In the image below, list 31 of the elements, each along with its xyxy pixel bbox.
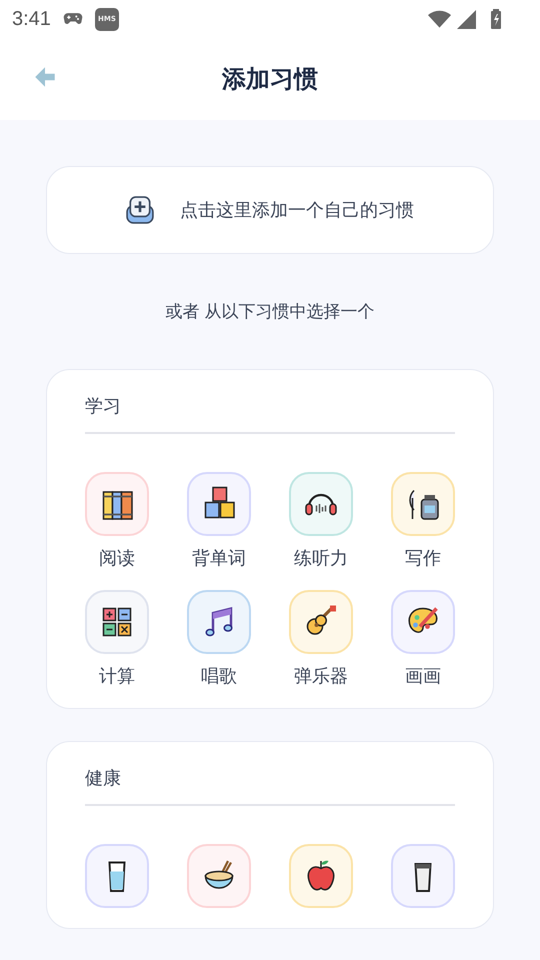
habit-tile[interactable] xyxy=(289,590,353,654)
habit-tile[interactable] xyxy=(187,472,251,536)
hint-text: 或者 从以下习惯中选择一个 xyxy=(164,301,376,323)
habit-tile[interactable] xyxy=(187,590,251,654)
habit-tile[interactable] xyxy=(187,844,251,908)
status-time: 3:41 xyxy=(12,8,51,30)
battery-icon xyxy=(490,9,502,29)
habit-tile[interactable] xyxy=(85,472,149,536)
category-title: 学习 xyxy=(85,395,122,418)
signal-icon xyxy=(457,10,476,28)
add-habit-button[interactable]: 点击这里添加一个自己的习惯 xyxy=(46,166,494,254)
gamepad-icon xyxy=(62,12,83,26)
habit-label: 画画 xyxy=(405,665,441,688)
habit-tile[interactable] xyxy=(391,472,455,536)
habit-label: 阅读 xyxy=(99,547,135,570)
habit-tile[interactable] xyxy=(391,844,455,908)
category-title: 健康 xyxy=(85,767,122,790)
habit-label: 写作 xyxy=(405,547,441,570)
habit-tile[interactable] xyxy=(85,844,149,908)
habit-tile[interactable] xyxy=(85,590,149,654)
plus-icon xyxy=(126,196,154,224)
wifi-icon xyxy=(428,10,451,28)
habit-label: 背单词 xyxy=(192,547,246,570)
habit-label: 弹乐器 xyxy=(294,665,348,688)
habit-tile[interactable] xyxy=(391,590,455,654)
habit-label: 唱歌 xyxy=(201,665,237,688)
habit-tile[interactable] xyxy=(289,844,353,908)
habit-label: 计算 xyxy=(99,665,135,688)
page-title: 添加习惯 xyxy=(222,64,318,95)
habit-tile[interactable] xyxy=(289,472,353,536)
habit-label: 练听力 xyxy=(294,547,348,570)
